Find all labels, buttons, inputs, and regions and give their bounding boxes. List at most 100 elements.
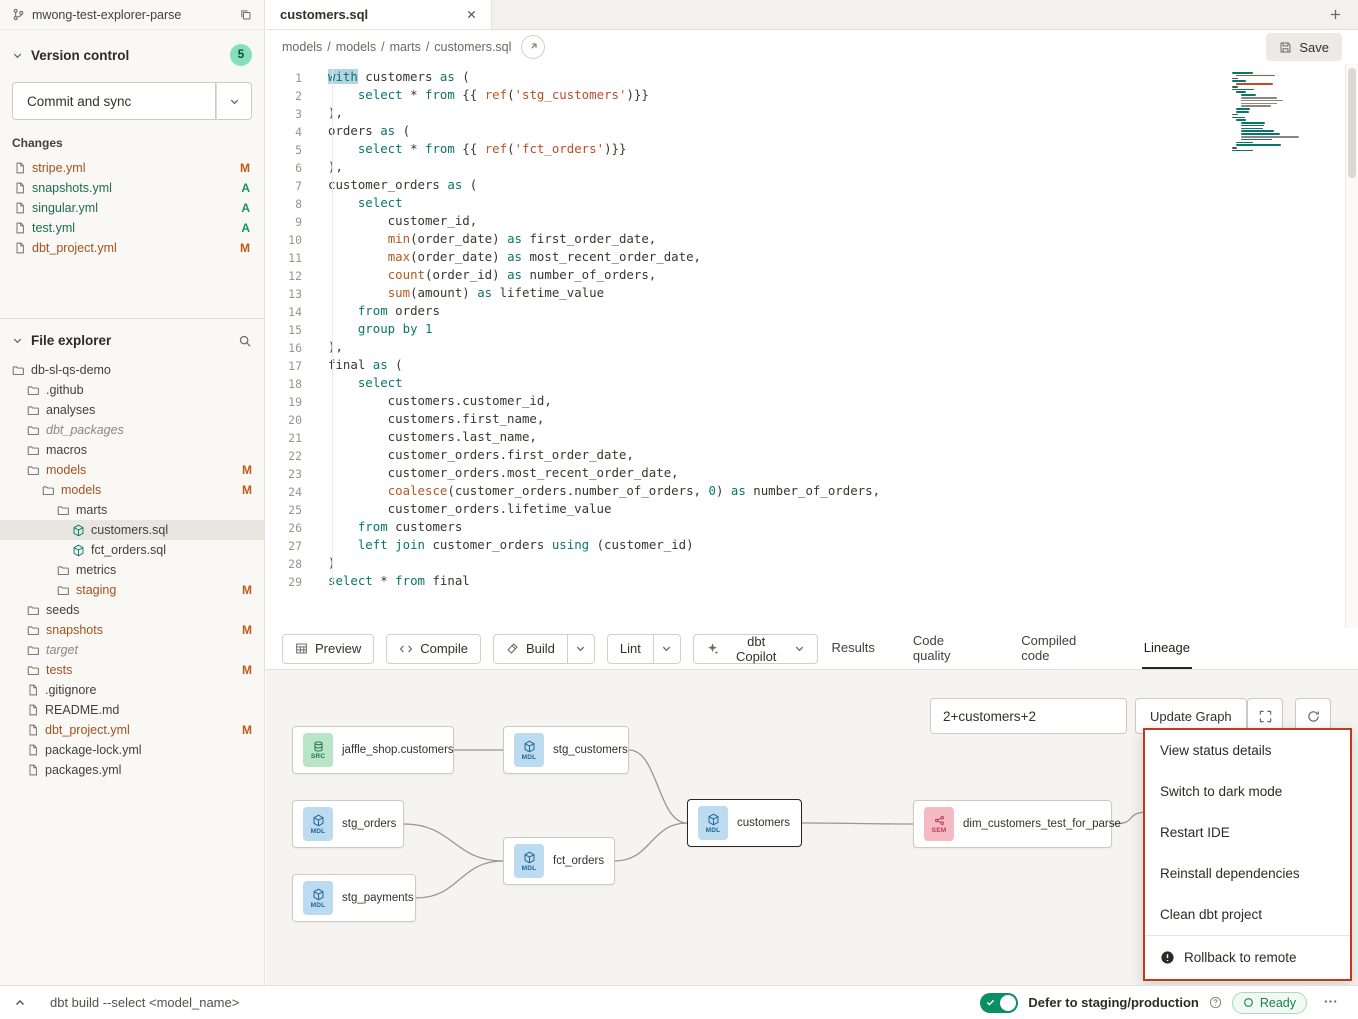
change-item-test-yml[interactable]: test.ymlA [12,218,252,238]
lineage-selector-input[interactable] [930,698,1127,734]
close-icon[interactable] [466,9,477,20]
tab-customers-sql[interactable]: customers.sql [266,0,492,29]
tree-item-fct-orders-sql[interactable]: fct_orders.sql [0,540,264,560]
tree-item-package-lock-yml[interactable]: package-lock.yml [0,740,264,760]
build-button[interactable]: Build [493,634,568,664]
code-line[interactable]: 4orders as ( [266,122,1358,140]
search-icon[interactable] [238,334,252,348]
code-line[interactable]: 18 select [266,374,1358,392]
code-line[interactable]: 23 customer_orders.most_recent_order_dat… [266,464,1358,482]
version-control-header[interactable]: Version control 5 [12,44,252,66]
code-line[interactable]: 29select * from final [266,572,1358,590]
more-options-button[interactable] [1317,994,1344,1012]
code-line[interactable]: 20 customers.first_name, [266,410,1358,428]
preview-button[interactable]: Preview [282,634,374,664]
menu-item-view-status-details[interactable]: View status details [1145,730,1350,771]
code-line[interactable]: 26 from customers [266,518,1358,536]
code-line[interactable]: 14 from orders [266,302,1358,320]
minimap[interactable] [1232,72,1296,153]
tree-item-models[interactable]: modelsM [0,480,264,500]
change-item-snapshots-yml[interactable]: snapshots.ymlA [12,178,252,198]
tree-item-macros[interactable]: macros [0,440,264,460]
menu-item-reinstall-dependencies[interactable]: Reinstall dependencies [1145,853,1350,894]
tab-compiled-code[interactable]: Compiled code [1019,628,1107,669]
code-line[interactable]: 6), [266,158,1358,176]
lineage-node-stg-customers[interactable]: MDLstg_customers [503,726,629,774]
menu-item-clean-dbt-project[interactable]: Clean dbt project [1145,894,1350,935]
compile-button[interactable]: Compile [386,634,481,664]
lint-button[interactable]: Lint [607,634,654,664]
tree-item-analyses[interactable]: analyses [0,400,264,420]
editor-scrollbar[interactable] [1345,64,1358,628]
dbt-copilot-button[interactable]: dbt Copilot [693,634,818,664]
code-line[interactable]: 1with customers as ( [266,68,1358,86]
change-item-dbt-project-yml[interactable]: dbt_project.ymlM [12,238,252,258]
tree-item-customers-sql[interactable]: customers.sql [0,520,264,540]
code-line[interactable]: 3), [266,104,1358,122]
file-explorer-header[interactable]: File explorer [0,333,264,348]
code-line[interactable]: 25 customer_orders.lifetime_value [266,500,1358,518]
lineage-node-stg-orders[interactable]: MDLstg_orders [292,800,404,848]
menu-item-restart-ide[interactable]: Restart IDE [1145,812,1350,853]
tree-item-models[interactable]: modelsM [0,460,264,480]
lineage-node-jaffle-shop-customers[interactable]: SRCjaffle_shop.customers [292,726,454,774]
code-line[interactable]: 27 left join customer_orders using (cust… [266,536,1358,554]
menu-item-rollback-to-remote[interactable]: Rollback to remote [1145,935,1350,979]
tree-item-gitignore[interactable]: .gitignore [0,680,264,700]
chevron-up-icon[interactable] [14,997,26,1009]
lineage-node-stg-payments[interactable]: MDLstg_payments [292,874,416,922]
tree-item-target[interactable]: target [0,640,264,660]
code-line[interactable]: 24 coalesce(customer_orders.number_of_or… [266,482,1358,500]
tree-item-packages-yml[interactable]: packages.yml [0,760,264,780]
tree-item-dbt-project-yml[interactable]: dbt_project.ymlM [0,720,264,740]
tree-item-readme-md[interactable]: README.md [0,700,264,720]
help-icon[interactable] [1209,996,1222,1009]
change-item-stripe-yml[interactable]: stripe.ymlM [12,158,252,178]
tree-item-seeds[interactable]: seeds [0,600,264,620]
tree-item-marts[interactable]: marts [0,500,264,520]
code-line[interactable]: 11 max(order_date) as most_recent_order_… [266,248,1358,266]
code-line[interactable]: 17final as ( [266,356,1358,374]
lineage-node-customers[interactable]: MDLcustomers [687,799,802,847]
code-line[interactable]: 28) [266,554,1358,572]
code-line[interactable]: 12 count(order_id) as number_of_orders, [266,266,1358,284]
code-line[interactable]: 22 customer_orders.first_order_date, [266,446,1358,464]
lint-dropdown-button[interactable] [653,634,681,664]
breadcrumb-part-models[interactable]: models [336,40,376,54]
code-line[interactable]: 2 select * from {{ ref('stg_customers')}… [266,86,1358,104]
lineage-node-fct-orders[interactable]: MDLfct_orders [503,837,615,885]
open-lineage-link-button[interactable] [521,35,545,59]
tree-item-staging[interactable]: stagingM [0,580,264,600]
change-item-singular-yml[interactable]: singular.ymlA [12,198,252,218]
tab-code-quality[interactable]: Code quality [911,628,985,669]
code-line[interactable]: 7customer_orders as ( [266,176,1358,194]
code-line[interactable]: 15 group by 1 [266,320,1358,338]
menu-item-switch-to-dark-mode[interactable]: Switch to dark mode [1145,771,1350,812]
tree-item-db-sl-qs-demo[interactable]: db-sl-qs-demo [0,360,264,380]
breadcrumb-part-models[interactable]: models [282,40,322,54]
tree-item-dbt-packages[interactable]: dbt_packages [0,420,264,440]
scrollbar-thumb[interactable] [1348,68,1356,178]
code-line[interactable]: 21 customers.last_name, [266,428,1358,446]
save-button[interactable]: Save [1266,33,1342,61]
breadcrumb-part-marts[interactable]: marts [390,40,421,54]
code-line[interactable]: 16), [266,338,1358,356]
copy-icon[interactable] [239,8,252,21]
code-line[interactable]: 10 min(order_date) as first_order_date, [266,230,1358,248]
new-tab-button[interactable] [1312,0,1358,29]
tab-results[interactable]: Results [830,628,877,669]
tree-item-snapshots[interactable]: snapshotsM [0,620,264,640]
code-editor[interactable]: 1with customers as (2 select * from {{ r… [266,64,1358,628]
tab-lineage[interactable]: Lineage [1142,628,1192,669]
tree-item-tests[interactable]: testsM [0,660,264,680]
code-line[interactable]: 13 sum(amount) as lifetime_value [266,284,1358,302]
breadcrumb-part-customers-sql[interactable]: customers.sql [434,40,511,54]
code-line[interactable]: 5 select * from {{ ref('fct_orders')}} [266,140,1358,158]
code-line[interactable]: 9 customer_id, [266,212,1358,230]
commit-dropdown-button[interactable] [216,82,252,120]
lineage-node-dim-customers-test-for-parse[interactable]: SEMdim_customers_test_for_parse [913,800,1112,848]
tree-item-github[interactable]: .github [0,380,264,400]
code-line[interactable]: 8 select [266,194,1358,212]
command-bar-text[interactable]: dbt build --select <model_name> [50,995,239,1010]
tree-item-metrics[interactable]: metrics [0,560,264,580]
